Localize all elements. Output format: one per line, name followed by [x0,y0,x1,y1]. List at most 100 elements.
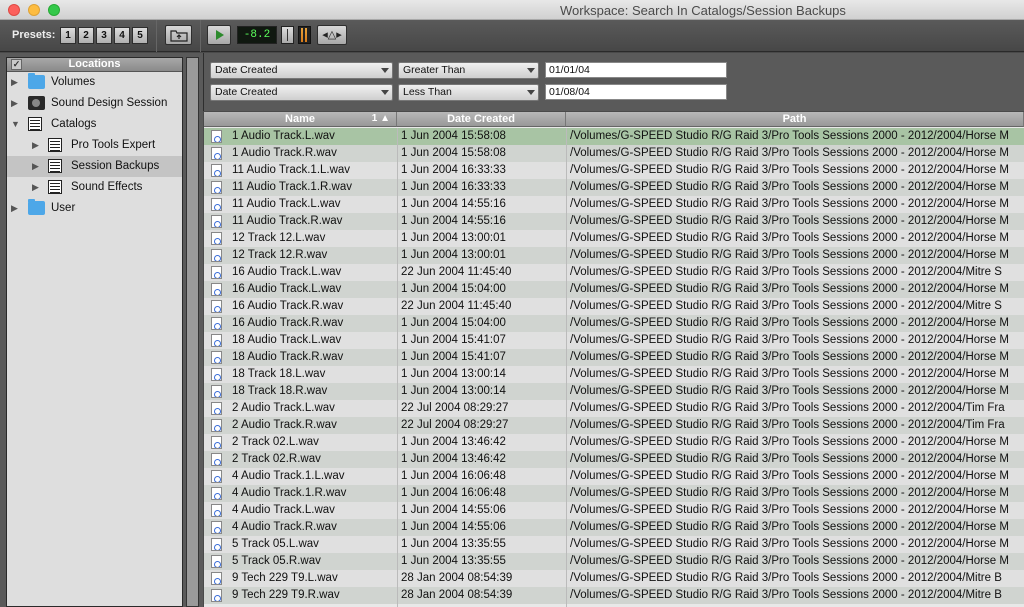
preset-5-button[interactable]: 5 [132,27,148,44]
locations-sidebar: ✓ Locations ▶ Volumes ▶ Sound Design Ses… [0,53,203,607]
path-cell: /Volumes/G-SPEED Studio R/G Raid 3/Pro T… [570,470,1009,482]
criteria-2-value-field[interactable]: 01/08/04 [545,84,727,100]
date-created-cell: 1 Jun 2004 15:58:08 [401,130,506,142]
criteria-1-field-select[interactable]: Date Created [210,62,393,79]
path-cell: /Volumes/G-SPEED Studio R/G Raid 3/Pro T… [570,334,1009,346]
table-row[interactable]: 5 Track 05.L.wav 1 Jun 2004 13:35:55/Volu… [204,536,1024,553]
sidebar-item-sound-design-session[interactable]: ▶ Sound Design Session [7,93,182,114]
close-window-button[interactable] [8,4,20,16]
preview-volume-fader[interactable] [281,26,294,44]
audio-file-icon [211,436,222,449]
path-cell: /Volumes/G-SPEED Studio R/G Raid 3/Pro T… [570,232,1009,244]
table-row[interactable]: 1 Audio Track.L.wav 1 Jun 2004 15:58:08/V… [204,128,1024,145]
date-created-cell: 28 Jan 2004 08:54:39 [401,572,513,584]
table-row[interactable]: 18 Track 18.L.wav 1 Jun 2004 13:00:14/Vol… [204,366,1024,383]
maximize-window-button[interactable] [48,4,60,16]
file-name-cell: 11 Audio Track.1.L.wav [232,164,351,176]
preset-1-button[interactable]: 1 [60,27,76,44]
results-rows: 1 Audio Track.L.wav 1 Jun 2004 15:58:08/V… [204,128,1024,604]
path-cell: /Volumes/G-SPEED Studio R/G Raid 3/Pro T… [570,385,1009,397]
disclosure-right-icon[interactable]: ▶ [32,177,42,198]
table-row[interactable]: 2 Track 02.R.wav 1 Jun 2004 13:46:42/Volu… [204,451,1024,468]
table-row[interactable]: 12 Track 12.R.wav 1 Jun 2004 13:00:01/Vol… [204,247,1024,264]
criteria-2-field-select[interactable]: Date Created [210,84,393,101]
path-cell: /Volumes/G-SPEED Studio R/G Raid 3/Pro T… [570,538,1009,550]
table-row[interactable]: 4 Audio Track.1.R.wav 1 Jun 2004 16:06:48… [204,485,1024,502]
table-row[interactable]: 2 Audio Track.R.wav 22 Jul 2004 08:29:27 /… [204,417,1024,434]
table-row[interactable]: 1 Audio Track.R.wav 1 Jun 2004 15:58:08/V… [204,145,1024,162]
date-created-cell: 1 Jun 2004 13:00:14 [401,368,506,380]
new-folder-button[interactable] [165,25,192,45]
path-cell: /Volumes/G-SPEED Studio R/G Raid 3/Pro T… [570,181,1009,193]
preview-play-button[interactable] [207,25,231,45]
audio-file-icon [211,368,222,381]
table-row[interactable]: 18 Track 18.R.wav 1 Jun 2004 13:00:14/Vol… [204,383,1024,400]
audio-file-icon [211,538,222,551]
audio-file-icon [211,266,222,279]
file-name-cell: 2 Track 02.L.wav [232,436,319,448]
table-row[interactable]: 12 Track 12.L.wav 1 Jun 2004 13:00:01/Vol… [204,230,1024,247]
preset-3-button[interactable]: 3 [96,27,112,44]
locations-checkbox[interactable]: ✓ [11,59,22,70]
column-header-name[interactable]: Name 1 ▲ [204,112,397,127]
date-created-cell: 1 Jun 2004 16:06:48 [401,487,506,499]
disclosure-down-icon[interactable]: ▼ [11,114,21,135]
table-row[interactable]: 9 Tech 229 T9.R.wav 28 Jan 2004 08:54:39 /… [204,587,1024,604]
date-created-cell: 1 Jun 2004 13:35:55 [401,538,506,550]
table-row[interactable]: 4 Audio Track.L.wav 1 Jun 2004 14:55:06/V… [204,502,1024,519]
minimize-window-button[interactable] [28,4,40,16]
sidebar-item-catalogs[interactable]: ▼ Catalogs [7,114,182,135]
sort-ascending-icon: 1 ▲ [371,113,390,124]
preset-2-button[interactable]: 2 [78,27,94,44]
audio-file-icon [211,317,222,330]
table-row[interactable]: 11 Audio Track.1.R.wav 1 Jun 2004 16:33:3… [204,179,1024,196]
table-row[interactable]: 2 Audio Track.L.wav 22 Jul 2004 08:29:27 /… [204,400,1024,417]
preset-4-button[interactable]: 4 [114,27,130,44]
preview-level-display[interactable]: -8.2 [237,26,277,44]
table-row[interactable]: 16 Audio Track.R.wav 22 Jun 2004 11:45:40… [204,298,1024,315]
table-row[interactable]: 4 Audio Track.1.L.wav 1 Jun 2004 16:06:48… [204,468,1024,485]
sidebar-item-volumes[interactable]: ▶ Volumes [7,72,182,93]
file-name-cell: 5 Track 05.R.wav [232,555,321,567]
file-name-cell: 9 Tech 229 T9.R.wav [232,589,340,601]
date-created-cell: 1 Jun 2004 15:41:07 [401,334,506,346]
file-name-cell: 11 Audio Track.R.wav [232,215,343,227]
column-header-path[interactable]: Path [566,112,1024,127]
select-value: Less Than [403,86,452,98]
sidebar-scrollbar[interactable] [186,57,199,607]
disclosure-right-icon[interactable]: ▶ [11,72,21,93]
select-value: Date Created [215,86,278,98]
criteria-1-value-field[interactable]: 01/01/04 [545,62,727,78]
date-created-cell: 22 Jul 2004 08:29:27 [401,419,509,431]
audio-file-icon [211,334,222,347]
table-row[interactable]: 5 Track 05.R.wav 1 Jun 2004 13:35:55/Volu… [204,553,1024,570]
disclosure-right-icon[interactable]: ▶ [32,156,42,177]
folder-upload-icon [169,30,188,42]
criteria-2-operator-select[interactable]: Less Than [398,84,539,101]
table-row[interactable]: 9 Tech 229 T9.L.wav 28 Jan 2004 08:54:39 /… [204,570,1024,587]
disclosure-right-icon[interactable]: ▶ [32,135,42,156]
sidebar-item-session-backups[interactable]: ▶ Session Backups [7,156,182,177]
table-row[interactable]: 2 Track 02.L.wav 1 Jun 2004 13:46:42/Volu… [204,434,1024,451]
table-row[interactable]: 18 Audio Track.R.wav 1 Jun 2004 15:41:07 /… [204,349,1024,366]
table-row[interactable]: 16 Audio Track.L.wav 22 Jun 2004 11:45:40… [204,264,1024,281]
sidebar-item-user[interactable]: ▶ User [7,198,182,219]
auto-spot-button[interactable]: ◂△▸ [317,25,347,45]
disclosure-right-icon[interactable]: ▶ [11,198,21,219]
table-row[interactable]: 11 Audio Track.L.wav 1 Jun 2004 14:55:16 /… [204,196,1024,213]
disclosure-right-icon[interactable]: ▶ [11,93,21,114]
table-row[interactable]: 18 Audio Track.L.wav 1 Jun 2004 15:41:07 /… [204,332,1024,349]
column-header-date-created[interactable]: Date Created [397,112,566,127]
file-name-cell: 2 Audio Track.L.wav [232,402,335,414]
file-name-cell: 18 Audio Track.R.wav [232,351,344,363]
table-row[interactable]: 11 Audio Track.1.L.wav 1 Jun 2004 16:33:3… [204,162,1024,179]
sidebar-item-pro-tools-expert[interactable]: ▶ Pro Tools Expert [7,135,182,156]
table-row[interactable]: 4 Audio Track.R.wav 1 Jun 2004 14:55:06/V… [204,519,1024,536]
table-row[interactable]: 16 Audio Track.R.wav 1 Jun 2004 15:04:00 /… [204,315,1024,332]
table-row[interactable]: 16 Audio Track.L.wav 1 Jun 2004 15:04:00 /… [204,281,1024,298]
file-name-cell: 11 Audio Track.L.wav [232,198,341,210]
date-created-cell: 1 Jun 2004 13:46:42 [401,453,506,465]
sidebar-item-sound-effects[interactable]: ▶ Sound Effects [7,177,182,198]
criteria-1-operator-select[interactable]: Greater Than [398,62,539,79]
table-row[interactable]: 11 Audio Track.R.wav 1 Jun 2004 14:55:16 /… [204,213,1024,230]
